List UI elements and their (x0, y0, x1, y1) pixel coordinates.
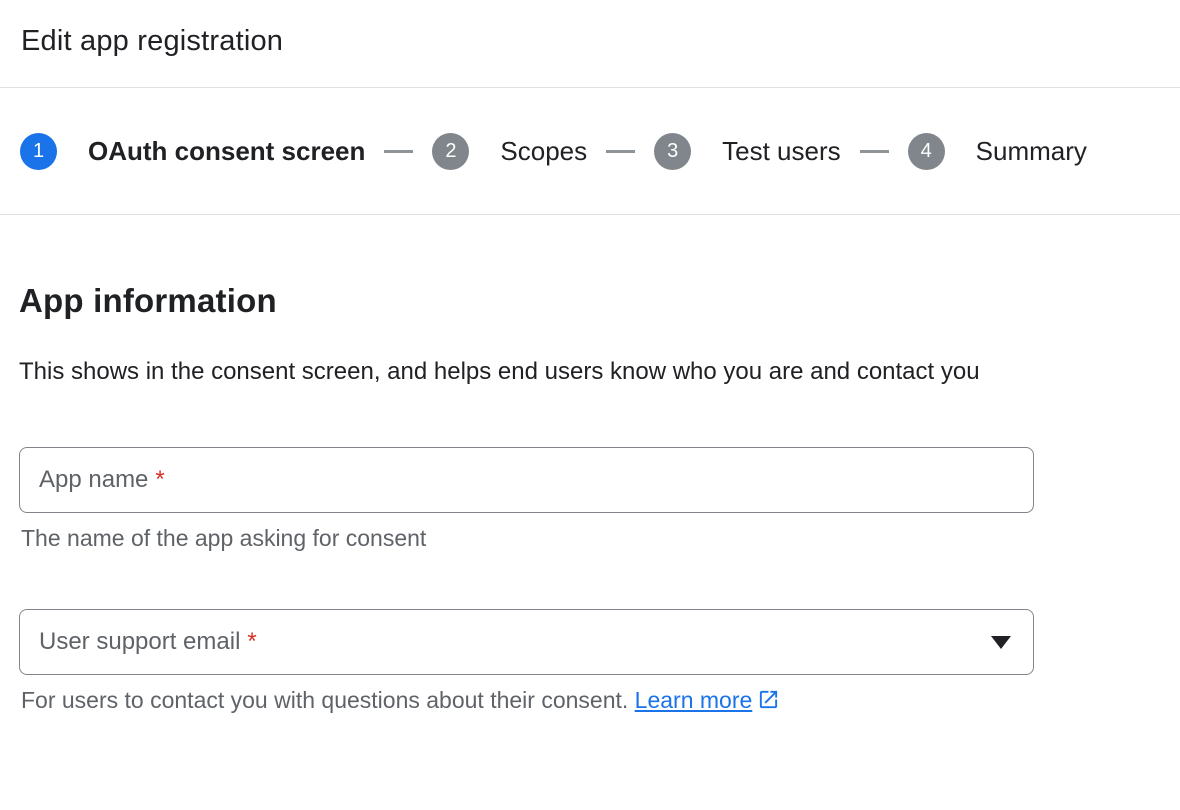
caret-down-icon (991, 636, 1011, 649)
step-4-label: Summary (976, 136, 1087, 167)
stepper: 1 OAuth consent screen 2 Scopes 3 Test u… (0, 88, 1180, 214)
user-support-email-helper-text: For users to contact you with questions … (21, 687, 635, 713)
app-name-helper: The name of the app asking for consent (21, 524, 1161, 552)
stepper-step-test-users: 3 Test users (654, 133, 841, 170)
step-separator (860, 150, 889, 153)
user-support-email-helper: For users to contact you with questions … (21, 686, 1161, 717)
user-support-email-label: User support email (39, 628, 240, 656)
app-name-input[interactable]: App name * (19, 447, 1034, 513)
stepper-divider (0, 214, 1180, 215)
open-in-new-icon (757, 688, 780, 717)
stepper-step-scopes: 2 Scopes (432, 133, 587, 170)
section-description: This shows in the consent screen, and he… (19, 348, 1024, 395)
app-information-section: App information This shows in the consen… (0, 281, 1180, 717)
step-3-label: Test users (722, 136, 841, 167)
user-support-email-select[interactable]: User support email * (19, 609, 1034, 675)
step-separator (606, 150, 635, 153)
step-1-label: OAuth consent screen (88, 136, 365, 167)
section-title: App information (19, 281, 1161, 321)
step-separator (384, 150, 413, 153)
page-header: Edit app registration (0, 0, 1180, 87)
step-3-badge: 3 (654, 133, 691, 170)
learn-more-link-label: Learn more (635, 687, 753, 713)
step-4-badge: 4 (908, 133, 945, 170)
required-asterisk: * (247, 628, 256, 656)
step-2-label: Scopes (500, 136, 587, 167)
app-name-label: App name (39, 466, 148, 494)
learn-more-link[interactable]: Learn more (635, 687, 781, 713)
step-2-badge: 2 (432, 133, 469, 170)
stepper-step-summary: 4 Summary (908, 133, 1087, 170)
required-asterisk: * (155, 466, 164, 494)
step-1-badge: 1 (20, 133, 57, 170)
page-title: Edit app registration (21, 24, 1159, 58)
stepper-step-oauth-consent-screen: 1 OAuth consent screen (20, 133, 365, 170)
